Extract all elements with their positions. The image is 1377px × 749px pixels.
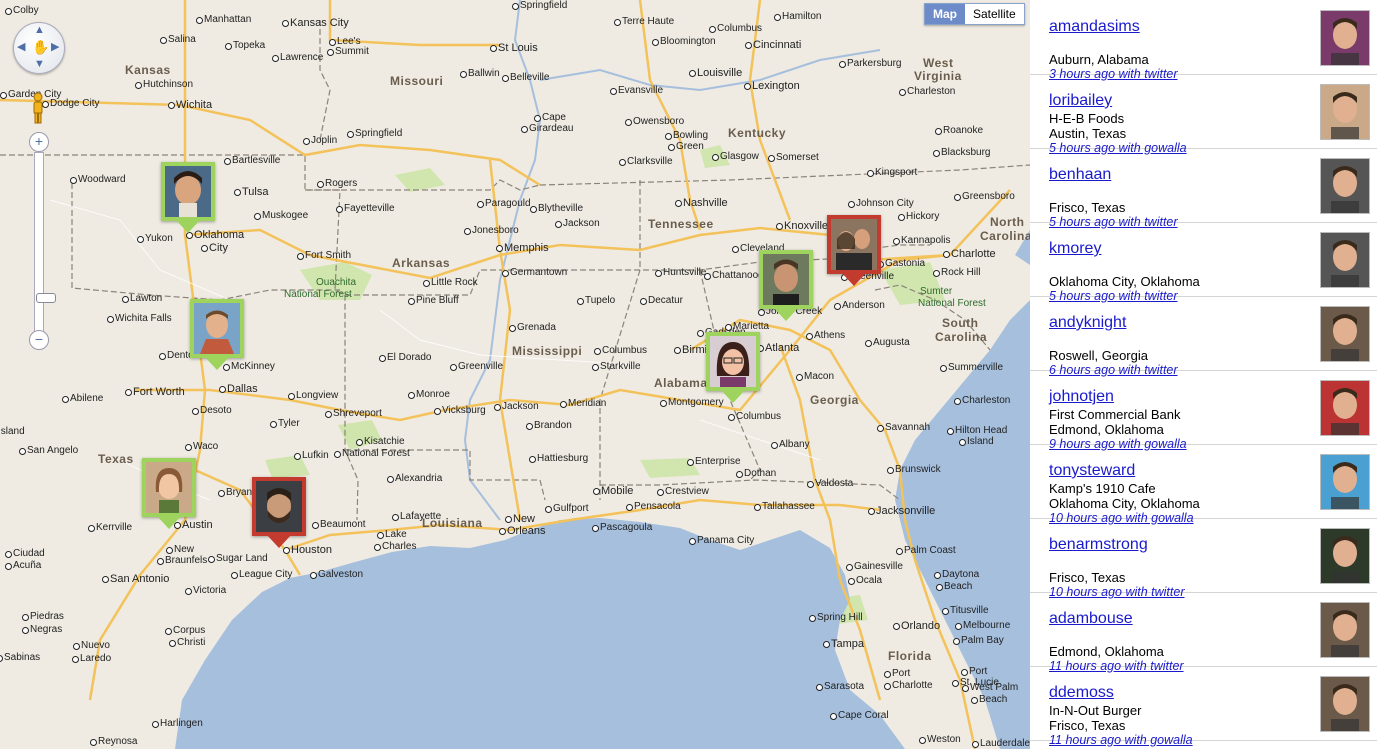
location-text: Oklahoma City, Oklahoma: [1049, 496, 1200, 511]
woman-avatar-icon: [146, 462, 192, 513]
venue-name: First Commercial Bank: [1049, 407, 1181, 422]
checkin-marker[interactable]: [759, 250, 813, 322]
pan-control[interactable]: ▲ ◀ ▶ ▼ ✋: [13, 22, 65, 74]
location-text: Edmond, Oklahoma: [1049, 422, 1164, 437]
man-red-shirt-avatar-icon[interactable]: [1320, 380, 1370, 436]
checkin-list-item: tonysteward Kamp's 1910 Cafe Oklahoma City…: [1030, 444, 1377, 525]
checkin-list-item: benarmstrong Frisco, Texas 10 hours ago wi…: [1030, 518, 1377, 599]
woman-glasses-avatar-icon[interactable]: [1320, 10, 1370, 66]
pan-down-icon[interactable]: ▼: [34, 59, 45, 70]
location-text: Roswell, Georgia: [1049, 348, 1148, 363]
checkin-list-item: johnotjen First Commercial Bank Edmond, Ok…: [1030, 370, 1377, 451]
dog-avatar-icon[interactable]: [1320, 528, 1370, 584]
username-link[interactable]: tonysteward: [1049, 462, 1135, 480]
zoom-control[interactable]: + −: [28, 132, 56, 352]
username-link[interactable]: benhaan: [1049, 166, 1111, 184]
checkin-list-item: andyknight Roswell, Georgia 6 hours ago wi…: [1030, 296, 1377, 377]
map-base: [0, 0, 1030, 749]
map-type-map-button[interactable]: Map: [925, 4, 965, 24]
woman-avatar-icon[interactable]: [1320, 84, 1370, 140]
venue-name: Kamp's 1910 Cafe: [1049, 481, 1156, 496]
man-avatar-icon[interactable]: [1320, 676, 1370, 732]
checkin-marker[interactable]: [142, 458, 196, 530]
checkin-list-item: loribailey H-E-B Foods Austin, Texas 5 hour…: [1030, 74, 1377, 155]
man-avatar-icon: [194, 303, 240, 354]
location-text: Oklahoma City, Oklahoma: [1049, 274, 1200, 289]
location-text: Edmond, Oklahoma: [1049, 644, 1164, 659]
hand-icon: ✋: [32, 39, 50, 55]
location-text: Austin, Texas: [1049, 126, 1127, 141]
checkin-list-item: adambouse Edmond, Oklahoma 11 hours ago wi…: [1030, 592, 1377, 673]
man-bw-avatar-icon[interactable]: [1320, 158, 1370, 214]
zoom-in-button[interactable]: +: [29, 132, 49, 152]
zoom-slider-track[interactable]: [34, 152, 56, 336]
pan-up-icon[interactable]: ▲: [34, 25, 45, 36]
username-link[interactable]: adambouse: [1049, 610, 1133, 628]
username-link[interactable]: loribailey: [1049, 92, 1112, 110]
username-link[interactable]: kmorey: [1049, 240, 1101, 258]
pegman-icon[interactable]: [30, 92, 46, 124]
location-text: Frisco, Texas: [1049, 570, 1126, 585]
checkin-time-link[interactable]: 11 hours ago with gowalla: [1049, 733, 1193, 747]
man-avatar-icon[interactable]: [1320, 306, 1370, 362]
checkin-marker[interactable]: [190, 299, 244, 371]
location-text: Frisco, Texas: [1049, 200, 1126, 215]
couple-avatar-icon: [831, 219, 877, 270]
checkin-marker-latest[interactable]: [827, 215, 881, 287]
checkin-list-item: kmorey Oklahoma City, Oklahoma 5 hours ago…: [1030, 222, 1377, 303]
man-bw-avatar-icon[interactable]: [1320, 232, 1370, 288]
zoom-out-button[interactable]: −: [29, 330, 49, 350]
checkin-list-item: amandasims Auburn, Alabama 3 hours ago wit…: [1030, 0, 1377, 81]
man-avatar-icon[interactable]: [1320, 602, 1370, 658]
map-canvas[interactable]: Kansas Missouri West Virginia Kentucky Tennes…: [0, 0, 1030, 749]
username-link[interactable]: ddemoss: [1049, 684, 1114, 702]
pan-left-icon[interactable]: ◀: [17, 42, 25, 53]
username-link[interactable]: benarmstrong: [1049, 536, 1148, 554]
venue-name: In-N-Out Burger: [1049, 703, 1142, 718]
map-type-control[interactable]: Map Satellite: [924, 3, 1025, 25]
checkin-marker[interactable]: [706, 332, 760, 404]
checkin-list-item: benhaan Frisco, Texas 5 hours ago with twi…: [1030, 148, 1377, 229]
pan-right-icon[interactable]: ▶: [51, 42, 59, 53]
man-avatar-icon: [763, 254, 809, 305]
man-blue-avatar-icon[interactable]: [1320, 454, 1370, 510]
checkin-marker-latest[interactable]: [252, 477, 306, 549]
checkin-list: amandasims Auburn, Alabama 3 hours ago wit…: [1030, 0, 1377, 749]
checkin-marker[interactable]: [161, 162, 215, 234]
username-link[interactable]: amandasims: [1049, 18, 1140, 36]
username-link[interactable]: andyknight: [1049, 314, 1126, 332]
username-link[interactable]: johnotjen: [1049, 388, 1114, 406]
zoom-slider-handle[interactable]: [36, 293, 56, 303]
man-avatar-icon: [256, 481, 302, 532]
location-text: Frisco, Texas: [1049, 718, 1126, 733]
woman-glasses-avatar-icon: [710, 336, 756, 387]
checkin-list-item: ddemoss In-N-Out Burger Frisco, Texas 11 ho…: [1030, 666, 1377, 747]
venue-name: H-E-B Foods: [1049, 111, 1125, 126]
map-type-satellite-button[interactable]: Satellite: [965, 4, 1024, 24]
location-text: Auburn, Alabama: [1049, 52, 1149, 67]
man-avatar-icon: [165, 166, 211, 217]
